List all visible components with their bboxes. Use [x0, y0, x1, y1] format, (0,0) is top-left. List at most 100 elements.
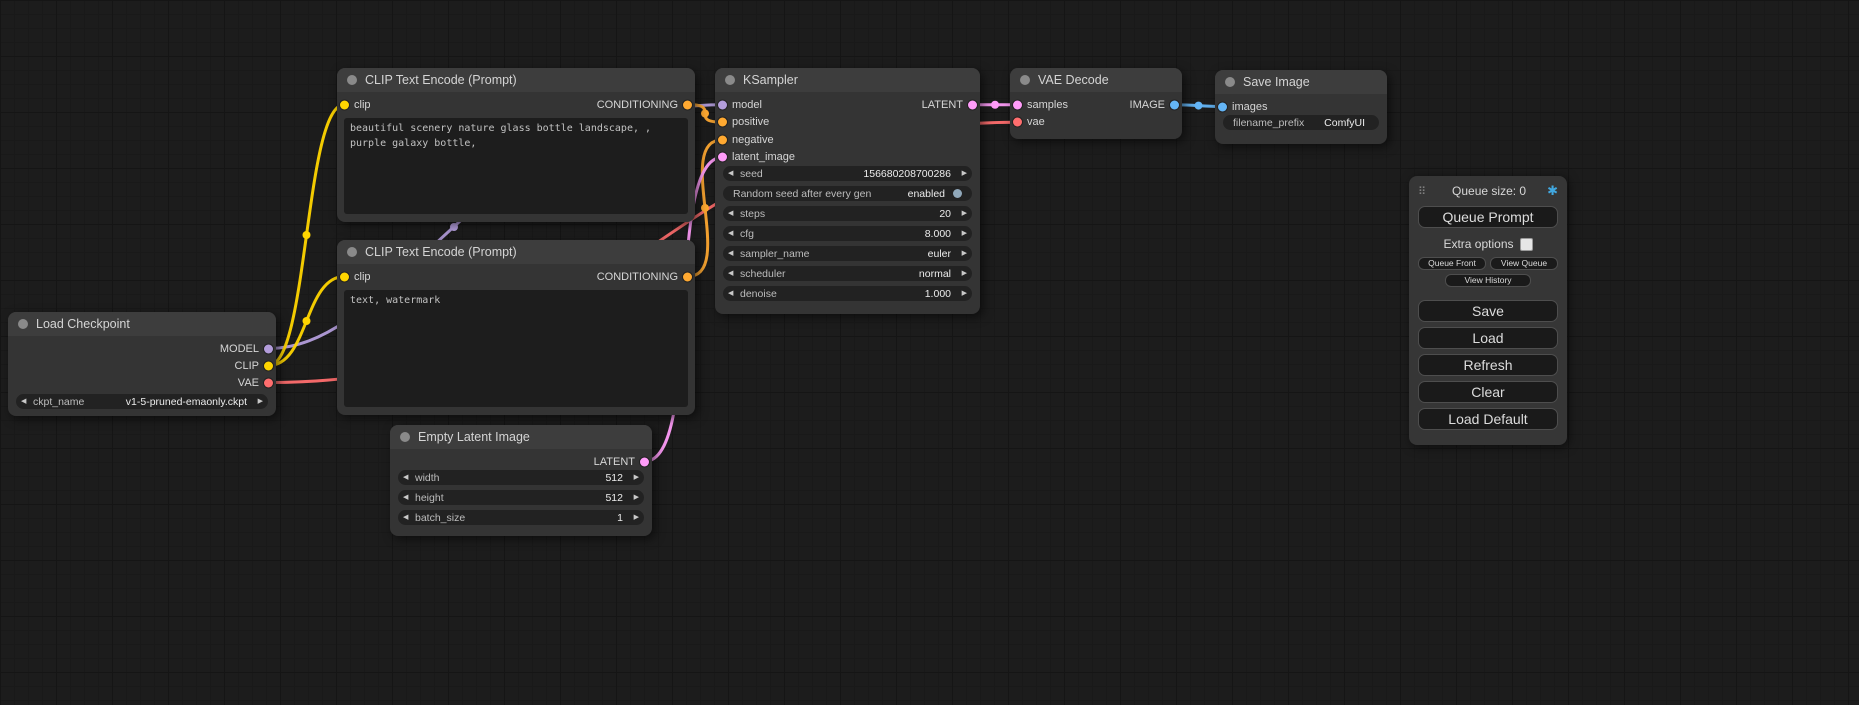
decrement-arrow-icon[interactable]: ◀ [728, 170, 740, 177]
node-clip-text-encode-negative[interactable]: CLIP Text Encode (Prompt) clip CONDITION… [337, 240, 695, 415]
link-midpoint-dot [303, 231, 311, 239]
node-save-image[interactable]: Save Image images filename_prefix ComfyU… [1215, 70, 1387, 144]
output-slot-clip[interactable] [264, 361, 273, 370]
input-slot-clip[interactable] [340, 100, 349, 109]
refresh-button[interactable]: Refresh [1418, 354, 1558, 376]
input-slot-negative[interactable] [718, 135, 727, 144]
widget-label: cfg [740, 228, 754, 240]
input-slot-positive[interactable] [718, 118, 727, 127]
collapse-dot[interactable] [400, 432, 410, 442]
widget-seed[interactable]: ◀ seed 156680208700286 ▶ [723, 166, 972, 181]
output-slot-vae[interactable] [264, 378, 273, 387]
widget-ckpt-name[interactable]: ◀ ckpt_name v1-5-pruned-emaonly.ckpt ▶ [16, 394, 268, 409]
output-slot-model[interactable] [264, 344, 273, 353]
output-slot-conditioning[interactable] [683, 100, 692, 109]
positive-prompt-textarea[interactable]: beautiful scenery nature glass bottle la… [344, 118, 688, 214]
node-vae-decode[interactable]: VAE Decode samples IMAGE vae [1010, 68, 1182, 139]
output-slot-conditioning[interactable] [683, 272, 692, 281]
input-slot-latent-image[interactable] [718, 153, 727, 162]
node-load-checkpoint[interactable]: Load Checkpoint MODEL CLIP VAE ◀ ckpt_na… [8, 312, 276, 416]
increment-arrow-icon[interactable]: ▶ [955, 270, 967, 277]
widget-random-seed-toggle[interactable]: Random seed after every gen enabled [723, 186, 972, 201]
node-title-bar[interactable]: Save Image [1215, 70, 1387, 94]
extra-options-checkbox[interactable] [1520, 238, 1533, 251]
widget-cfg[interactable]: ◀ cfg 8.000 ▶ [723, 226, 972, 241]
view-queue-button[interactable]: View Queue [1490, 257, 1558, 270]
node-title-bar[interactable]: VAE Decode [1010, 68, 1182, 92]
increment-arrow-icon[interactable]: ▶ [627, 474, 639, 481]
decrement-arrow-icon[interactable]: ◀ [728, 270, 740, 277]
widget-filename-prefix[interactable]: filename_prefix ComfyUI [1223, 115, 1379, 130]
output-slot-latent[interactable] [640, 457, 649, 466]
decrement-arrow-icon[interactable]: ◀ [403, 514, 415, 521]
increment-arrow-icon[interactable]: ▶ [955, 250, 967, 257]
widget-sampler-name[interactable]: ◀ sampler_name euler ▶ [723, 246, 972, 261]
settings-gear-icon[interactable]: ✱ [1547, 183, 1558, 199]
drag-handle-icon[interactable]: ⠿ [1418, 185, 1426, 198]
input-slot-label: samples [1027, 99, 1068, 111]
input-slot-label: vae [1027, 116, 1045, 128]
decrement-arrow-icon[interactable]: ◀ [728, 250, 740, 257]
node-ksampler[interactable]: KSampler model LATENT positive negative … [715, 68, 980, 314]
widget-value: euler [809, 248, 955, 260]
widget-denoise[interactable]: ◀ denoise 1.000 ▶ [723, 286, 972, 301]
decrement-arrow-icon[interactable]: ◀ [403, 474, 415, 481]
widget-scheduler[interactable]: ◀ scheduler normal ▶ [723, 266, 972, 281]
collapse-dot[interactable] [1020, 75, 1030, 85]
save-button[interactable]: Save [1418, 300, 1558, 322]
input-slot-vae[interactable] [1013, 117, 1022, 126]
slot-row: MODEL [8, 340, 276, 357]
increment-arrow-icon[interactable]: ▶ [251, 398, 263, 405]
queue-prompt-button[interactable]: Queue Prompt [1418, 206, 1558, 228]
widget-height[interactable]: ◀ height 512 ▶ [398, 490, 644, 505]
node-title-bar[interactable]: Empty Latent Image [390, 425, 652, 449]
toggle-knob[interactable] [953, 189, 962, 198]
increment-arrow-icon[interactable]: ▶ [627, 494, 639, 501]
output-slot-latent[interactable] [968, 100, 977, 109]
input-slot-model[interactable] [718, 100, 727, 109]
slot-row: latent_image [715, 149, 980, 167]
node-title-bar[interactable]: Load Checkpoint [8, 312, 276, 336]
node-empty-latent-image[interactable]: Empty Latent Image LATENT ◀ width 512 ▶ … [390, 425, 652, 536]
node-title-bar[interactable]: KSampler [715, 68, 980, 92]
decrement-arrow-icon[interactable]: ◀ [403, 494, 415, 501]
widget-batch-size[interactable]: ◀ batch_size 1 ▶ [398, 510, 644, 525]
widget-value: normal [786, 268, 955, 280]
load-default-button[interactable]: Load Default [1418, 408, 1558, 430]
input-slot-samples[interactable] [1013, 100, 1022, 109]
collapse-dot[interactable] [347, 75, 357, 85]
input-slot-label: negative [732, 134, 774, 146]
increment-arrow-icon[interactable]: ▶ [955, 170, 967, 177]
output-slot-image[interactable] [1170, 100, 1179, 109]
collapse-dot[interactable] [347, 247, 357, 257]
node-clip-text-encode-positive[interactable]: CLIP Text Encode (Prompt) clip CONDITION… [337, 68, 695, 222]
increment-arrow-icon[interactable]: ▶ [627, 514, 639, 521]
node-title-bar[interactable]: CLIP Text Encode (Prompt) [337, 240, 695, 264]
widget-steps[interactable]: ◀ steps 20 ▶ [723, 206, 972, 221]
link-midpoint-dot [1195, 102, 1203, 110]
link-midpoint-dot [701, 110, 709, 118]
clear-button[interactable]: Clear [1418, 381, 1558, 403]
slot-row: CLIP [8, 357, 276, 374]
widget-value: ComfyUI [1304, 117, 1369, 129]
increment-arrow-icon[interactable]: ▶ [955, 210, 967, 217]
decrement-arrow-icon[interactable]: ◀ [21, 398, 33, 405]
decrement-arrow-icon[interactable]: ◀ [728, 210, 740, 217]
input-slot-clip[interactable] [340, 272, 349, 281]
queue-front-button[interactable]: Queue Front [1418, 257, 1486, 270]
widget-value: enabled [871, 188, 949, 200]
view-history-button[interactable]: View History [1445, 274, 1532, 287]
input-slot-images[interactable] [1218, 102, 1227, 111]
node-title-bar[interactable]: CLIP Text Encode (Prompt) [337, 68, 695, 92]
increment-arrow-icon[interactable]: ▶ [955, 230, 967, 237]
decrement-arrow-icon[interactable]: ◀ [728, 290, 740, 297]
negative-prompt-textarea[interactable]: text, watermark [344, 290, 688, 407]
widget-width[interactable]: ◀ width 512 ▶ [398, 470, 644, 485]
decrement-arrow-icon[interactable]: ◀ [728, 230, 740, 237]
collapse-dot[interactable] [725, 75, 735, 85]
link-midpoint-dot [303, 317, 311, 325]
collapse-dot[interactable] [18, 319, 28, 329]
collapse-dot[interactable] [1225, 77, 1235, 87]
load-button[interactable]: Load [1418, 327, 1558, 349]
increment-arrow-icon[interactable]: ▶ [955, 290, 967, 297]
